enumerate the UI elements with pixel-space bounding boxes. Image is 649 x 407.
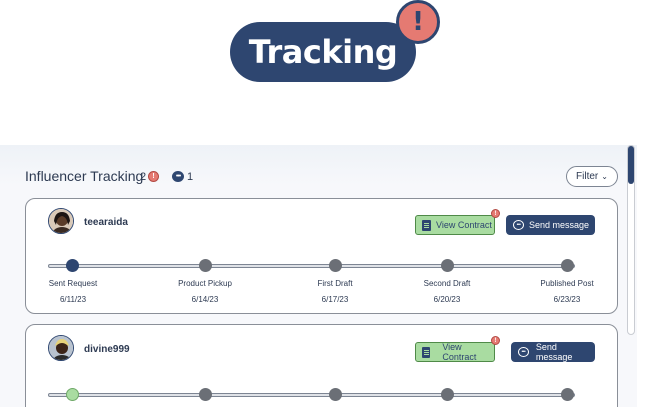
step-dot-product-pickup[interactable] bbox=[199, 259, 212, 272]
step-date: 6/20/23 bbox=[433, 295, 461, 304]
alert-icon: ! bbox=[148, 171, 159, 182]
step-dot-product-pickup[interactable] bbox=[199, 388, 212, 401]
tracking-title-pill: Tracking bbox=[230, 22, 416, 82]
step-label: Published Post bbox=[540, 279, 594, 288]
tracking-page: Tracking ! Influencer Tracking 2 ! ••• 1… bbox=[0, 0, 649, 407]
step-label: First Draft bbox=[317, 279, 353, 288]
step-dot-sent-request[interactable] bbox=[66, 259, 79, 272]
view-contract-button[interactable]: View Contract bbox=[415, 342, 495, 362]
step-label: Second Draft bbox=[423, 279, 471, 288]
step-dot-second-draft[interactable] bbox=[441, 388, 454, 401]
send-message-button[interactable]: ••• Send message bbox=[511, 342, 595, 362]
alert-count: 2 bbox=[140, 171, 147, 183]
step-dot-first-draft[interactable] bbox=[329, 259, 342, 272]
chat-icon: ••• bbox=[172, 171, 184, 182]
step-dot-published-post[interactable] bbox=[561, 259, 574, 272]
step-label: Product Pickup bbox=[178, 279, 232, 288]
scrollbar-thumb[interactable] bbox=[628, 146, 634, 184]
step-dot-sent-request[interactable] bbox=[66, 388, 79, 401]
step-date: 6/11/23 bbox=[59, 295, 87, 304]
alert-icon: ! bbox=[491, 209, 500, 218]
step-label: Sent Request bbox=[48, 279, 98, 288]
page-title: Tracking bbox=[248, 33, 398, 71]
document-icon bbox=[422, 346, 431, 358]
alert-icon: ! bbox=[491, 336, 500, 345]
send-message-button[interactable]: ••• Send message bbox=[506, 215, 595, 235]
message-icon: ••• bbox=[513, 220, 524, 230]
filter-label: Filter bbox=[576, 171, 599, 182]
avatar[interactable] bbox=[48, 208, 74, 234]
progress-track bbox=[48, 393, 575, 397]
panel-title: Influencer Tracking bbox=[25, 168, 144, 184]
username[interactable]: teearaida bbox=[84, 217, 128, 228]
message-icon: ••• bbox=[518, 347, 529, 357]
view-contract-button[interactable]: View Contract bbox=[415, 215, 495, 235]
chevron-down-icon: ⌄ bbox=[601, 172, 608, 181]
send-message-label: Send message bbox=[529, 220, 590, 230]
step-dot-second-draft[interactable] bbox=[441, 259, 454, 272]
filter-button[interactable]: Filter ⌄ bbox=[566, 166, 618, 187]
document-icon bbox=[422, 219, 431, 231]
send-message-label: Send message bbox=[535, 342, 573, 362]
step-date: 6/14/23 bbox=[191, 295, 219, 304]
view-contract-label: View Contract bbox=[436, 220, 492, 230]
message-count: 1 bbox=[187, 171, 194, 183]
step-dot-first-draft[interactable] bbox=[329, 388, 342, 401]
step-date: 6/17/23 bbox=[321, 295, 349, 304]
step-dot-published-post[interactable] bbox=[561, 388, 574, 401]
avatar[interactable] bbox=[48, 335, 74, 361]
progress-track bbox=[48, 264, 575, 268]
step-date: 6/23/23 bbox=[553, 295, 581, 304]
view-contract-label: View Contract bbox=[442, 342, 477, 362]
alert-icon[interactable]: ! bbox=[396, 0, 440, 44]
username[interactable]: divine999 bbox=[84, 344, 130, 355]
